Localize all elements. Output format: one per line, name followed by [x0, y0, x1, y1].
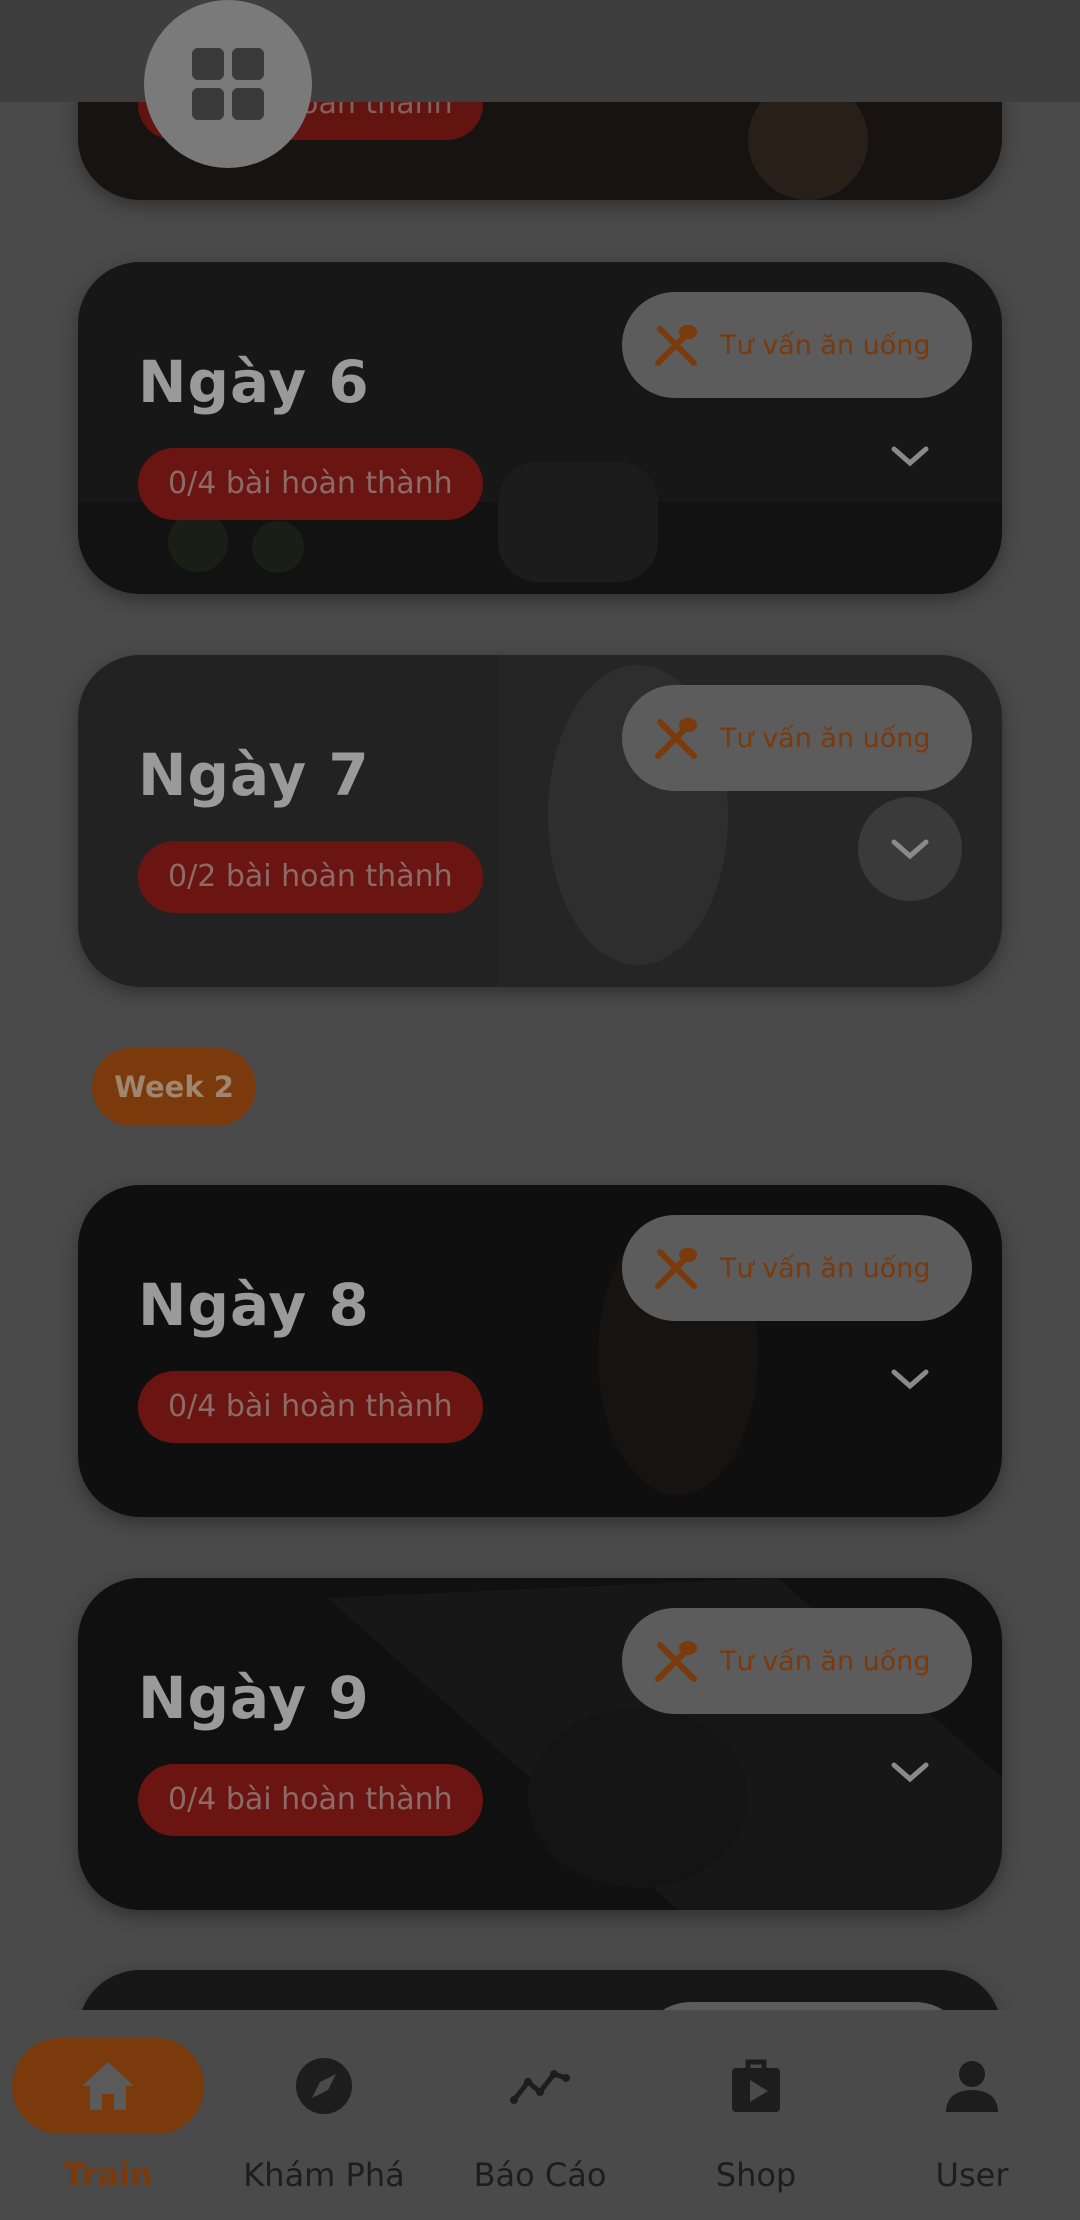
day-list[interactable]: 0/4 bài hoàn thành Ngày 6 0/4 bài hoàn t… — [0, 0, 1080, 2010]
chevron-down-icon — [891, 446, 929, 467]
chevron-down-icon — [891, 1762, 929, 1783]
nav-label: User — [935, 2156, 1009, 2194]
day-card-partial-bottom[interactable] — [78, 1970, 1002, 2010]
nav-item-kham-pha[interactable]: Khám Phá — [216, 2010, 432, 2220]
fork-spoon-icon — [655, 718, 697, 759]
day-title: Ngày 7 — [138, 741, 370, 809]
nutrition-advice-label: Tư vấn ăn uống — [720, 1645, 931, 1677]
nav-item-user[interactable]: User — [864, 2010, 1080, 2220]
week-badge: Week 2 — [92, 1048, 256, 1126]
nutrition-advice-label: Tư vấn ăn uống — [720, 722, 931, 754]
menu-fab[interactable] — [144, 0, 312, 168]
day-title: Ngày 8 — [138, 1271, 370, 1339]
nutrition-advice-button[interactable]: Tư vấn ăn uống — [622, 685, 972, 791]
nutrition-advice-button[interactable]: Tư vấn ăn uống — [622, 1215, 972, 1321]
nav-label: Khám Phá — [243, 2156, 405, 2194]
nav-item-train[interactable]: Train — [0, 2010, 216, 2220]
day-card-7[interactable]: Ngày 7 0/2 bài hoàn thành Tư vấn ăn uống — [78, 655, 1002, 987]
nutrition-advice-label: Tư vấn ăn uống — [720, 1252, 931, 1284]
fork-spoon-icon — [655, 1641, 697, 1682]
expand-button[interactable] — [858, 1327, 962, 1431]
chevron-down-icon — [891, 1369, 929, 1390]
chevron-down-icon — [891, 839, 929, 860]
nav-label: Train — [63, 2156, 153, 2194]
user-icon — [946, 2061, 998, 2112]
nav-label: Báo Cáo — [473, 2156, 607, 2194]
home-icon — [82, 2062, 134, 2110]
nutrition-advice-button[interactable]: Tư vấn ăn uống — [622, 1608, 972, 1714]
progress-badge: 0/4 bài hoàn thành — [138, 448, 483, 520]
compass-icon — [296, 2058, 352, 2114]
nutrition-advice-label: Tư vấn ăn uống — [720, 329, 931, 361]
shopping-bag-icon — [732, 2059, 780, 2112]
nav-label: Shop — [715, 2156, 797, 2194]
progress-badge: 0/4 bài hoàn thành — [138, 1764, 483, 1836]
nav-item-bao-cao[interactable]: Báo Cáo — [432, 2010, 648, 2220]
progress-badge: 0/2 bài hoàn thành — [138, 841, 483, 913]
day-card-9[interactable]: Ngày 9 0/4 bài hoàn thành Tư vấn ăn uống — [78, 1578, 1002, 1910]
fork-spoon-icon — [655, 1248, 697, 1289]
fork-spoon-icon — [655, 325, 697, 366]
day-card-6[interactable]: Ngày 6 0/4 bài hoàn thành Tư vấn ăn uống — [78, 262, 1002, 594]
expand-button[interactable] — [858, 797, 962, 901]
expand-button[interactable] — [858, 404, 962, 508]
nav-item-shop[interactable]: Shop — [648, 2010, 864, 2220]
day-title: Ngày 9 — [138, 1664, 370, 1732]
expand-button[interactable] — [858, 1720, 962, 1824]
day-card-8[interactable]: Ngày 8 0/4 bài hoàn thành Tư vấn ăn uống — [78, 1185, 1002, 1517]
grid-icon — [192, 48, 264, 120]
nutrition-advice-button[interactable] — [638, 2002, 968, 2010]
day-title: Ngày 6 — [138, 348, 370, 416]
bottom-navigation: Train Khám Phá Báo Cáo Shop User — [0, 2010, 1080, 2220]
nutrition-advice-button[interactable]: Tư vấn ăn uống — [622, 292, 972, 398]
chart-line-icon — [510, 2070, 570, 2104]
progress-badge: 0/4 bài hoàn thành — [138, 1371, 483, 1443]
